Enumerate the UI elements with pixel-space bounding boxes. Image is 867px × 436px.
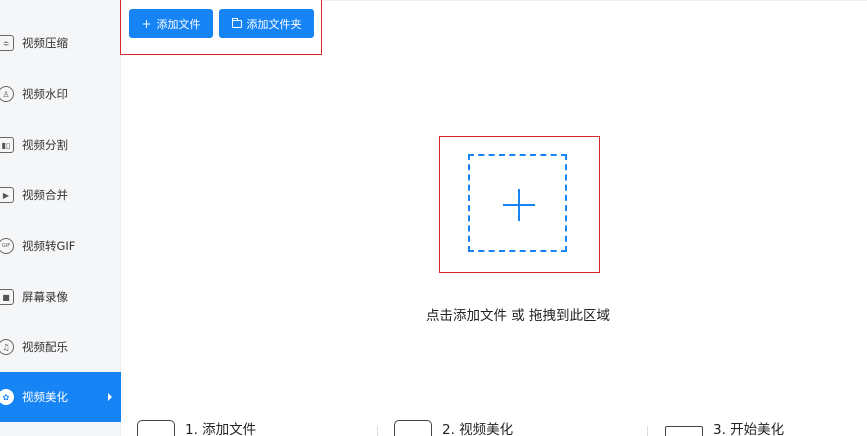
sidebar-item-label: 视频压缩	[22, 36, 68, 50]
step-add-file: 1. 添加文件	[137, 416, 256, 436]
beautify-icon: ✿	[0, 389, 14, 405]
sidebar-item-video-beautify[interactable]: ✿ 视频美化	[0, 372, 121, 422]
gif-icon: GIF	[0, 238, 14, 254]
step-start: 3. 开始美化	[665, 416, 784, 436]
split-icon: ▮▯	[0, 137, 14, 153]
add-file-button[interactable]: + 添加文件	[129, 9, 213, 38]
sidebar: ≑ 视频压缩 ♙ 视频水印 ▮▯ 视频分割 ▶ 视频合并 GIF 视频转GIF …	[0, 0, 121, 436]
step-beautify: 2. 视频美化	[394, 416, 513, 436]
sidebar-item-video-split[interactable]: ▮▯ 视频分割	[0, 127, 121, 163]
sidebar-item-video-merge[interactable]: ▶ 视频合并	[0, 177, 121, 213]
plus-icon	[503, 189, 535, 221]
toolbar-divider	[322, 0, 867, 1]
caret-right-icon	[108, 393, 112, 401]
watermark-icon: ♙	[0, 86, 14, 102]
dropzone-hint: 点击添加文件 或 拖拽到此区域	[425, 308, 611, 324]
music-icon: ♫	[0, 339, 14, 355]
sidebar-item-label: 屏幕录像	[22, 290, 68, 304]
merge-icon: ▶	[0, 187, 14, 203]
step-label: 3. 开始美化	[713, 422, 785, 436]
sidebar-item-label: 视频美化	[22, 390, 68, 404]
sidebar-item-label: 视频配乐	[22, 340, 68, 354]
compress-icon: ≑	[0, 35, 14, 51]
sidebar-item-label: 视频水印	[22, 87, 68, 101]
add-folder-button[interactable]: 添加文件夹	[219, 9, 314, 38]
step-label: 1. 添加文件	[185, 422, 257, 436]
start-step-icon	[665, 426, 703, 436]
sidebar-item-video-compress[interactable]: ≑ 视频压缩	[0, 25, 121, 61]
beautify-step-icon	[394, 420, 432, 436]
add-file-label: 添加文件	[156, 17, 201, 31]
step-divider	[647, 426, 648, 436]
add-file-step-icon	[137, 420, 175, 436]
sidebar-item-video-to-gif[interactable]: GIF 视频转GIF	[0, 228, 121, 264]
sidebar-item-screen-record[interactable]: ■ 屏幕录像	[0, 279, 121, 315]
step-label: 2. 视频美化	[442, 422, 514, 436]
folder-icon	[231, 17, 242, 28]
sidebar-item-video-music[interactable]: ♫ 视频配乐	[0, 329, 121, 365]
sidebar-item-label: 视频转GIF	[22, 239, 76, 253]
sidebar-item-label: 视频分割	[22, 138, 68, 152]
add-folder-label: 添加文件夹	[246, 17, 302, 31]
plus-icon: +	[141, 16, 152, 31]
sidebar-item-video-watermark[interactable]: ♙ 视频水印	[0, 76, 121, 112]
screen-record-icon: ■	[0, 289, 14, 305]
sidebar-item-label: 视频合并	[22, 188, 68, 202]
step-divider	[377, 426, 378, 436]
